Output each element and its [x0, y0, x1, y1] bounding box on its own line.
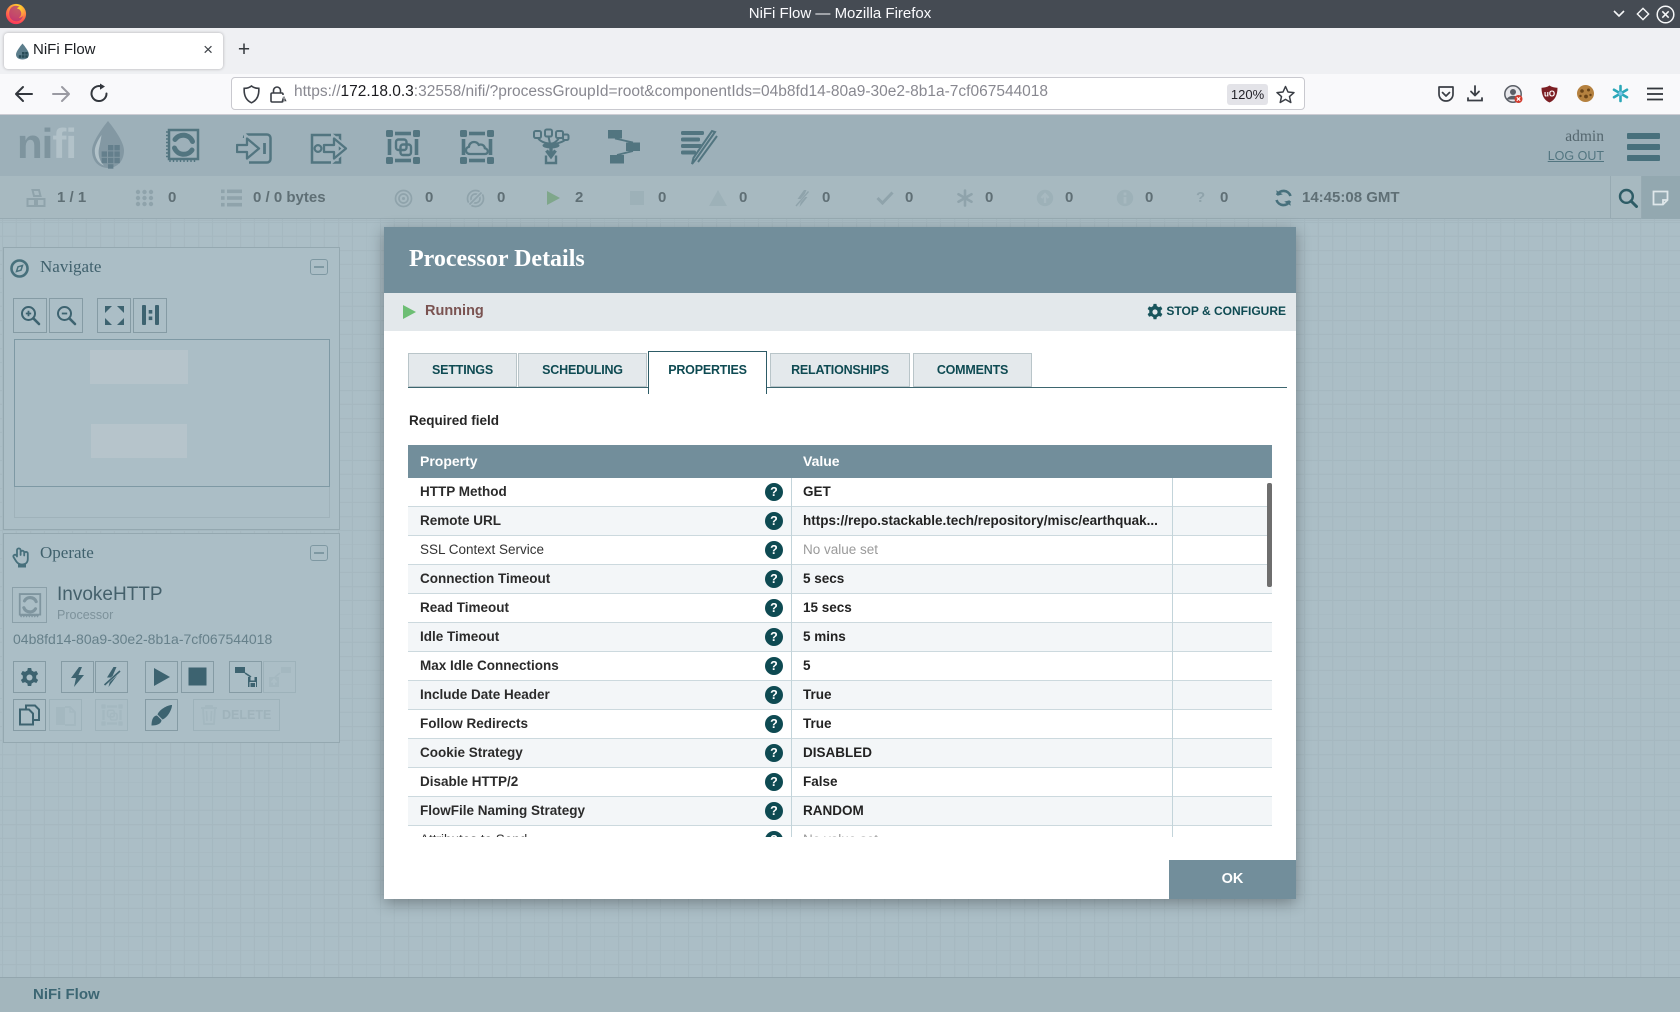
svg-text:uO: uO — [1544, 90, 1555, 99]
